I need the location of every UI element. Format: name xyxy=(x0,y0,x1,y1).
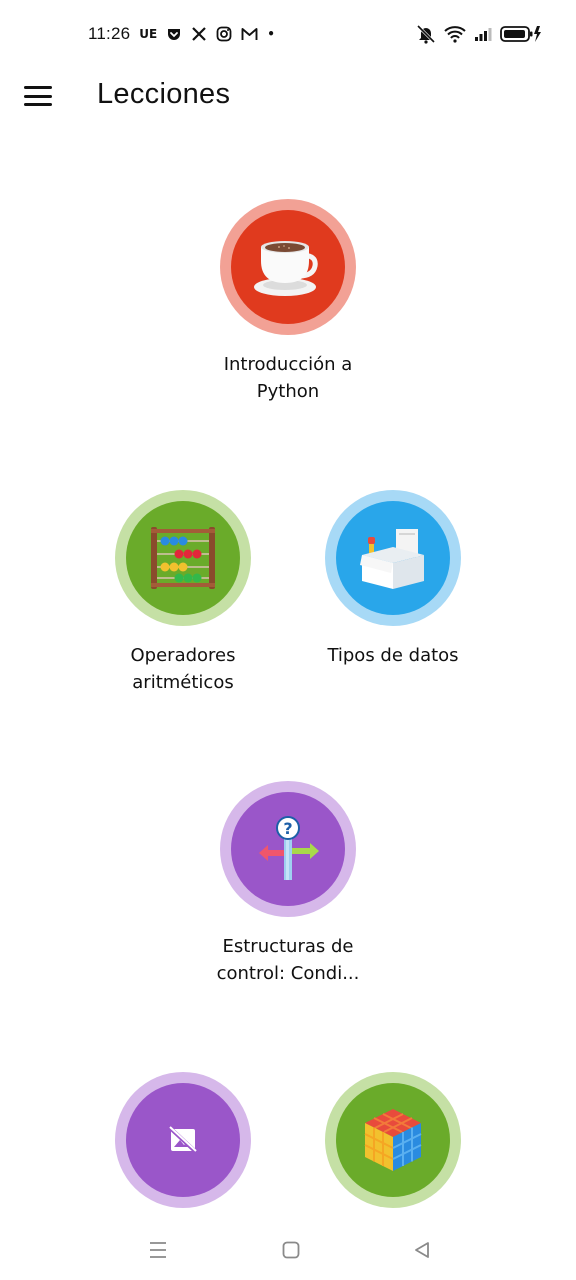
broken-image-icon xyxy=(168,1125,198,1155)
page-title: Lecciones xyxy=(97,78,231,110)
mute-icon xyxy=(416,24,436,48)
gmail-icon xyxy=(241,25,258,43)
lesson-tipos-de-datos[interactable]: Tipos de datos xyxy=(293,490,493,669)
lesson-disc: ? xyxy=(231,792,345,906)
lesson-introduccion-python[interactable]: Introducción a Python xyxy=(188,199,388,405)
box-icon xyxy=(360,529,424,589)
lesson-label: Operadores aritméticos xyxy=(130,645,236,693)
lesson-ring xyxy=(115,490,251,626)
status-right xyxy=(416,24,542,48)
lesson-label: Introducción a Python xyxy=(223,354,353,402)
lesson-disc xyxy=(231,210,345,324)
status-bar: 11:26 UE • xyxy=(0,0,576,72)
lesson-item-5[interactable] xyxy=(83,1072,283,1224)
recents-icon[interactable] xyxy=(144,1236,172,1264)
back-icon[interactable] xyxy=(408,1236,436,1264)
menu-line xyxy=(24,103,52,106)
abacus-icon xyxy=(151,527,215,589)
hamburger-menu-icon[interactable] xyxy=(22,82,54,110)
menu-line xyxy=(24,94,52,98)
status-time: 11:26 xyxy=(88,24,131,43)
lesson-ring xyxy=(325,1072,461,1208)
lesson-disc xyxy=(336,501,450,615)
notification-dot: • xyxy=(267,27,275,41)
lesson-ring: ? xyxy=(220,781,356,917)
coffee-cup-icon xyxy=(254,241,318,296)
lesson-label: Tipos de datos xyxy=(327,645,459,666)
menu-line xyxy=(24,86,52,89)
app-bar: Lecciones xyxy=(0,72,576,120)
lesson-ring xyxy=(115,1072,251,1208)
lesson-disc xyxy=(336,1083,450,1197)
signpost-icon: ? xyxy=(259,816,319,880)
instagram-icon xyxy=(216,25,232,43)
home-icon[interactable] xyxy=(277,1236,305,1264)
lesson-label: Estructuras de control: Condi... xyxy=(216,936,360,984)
lesson-ring xyxy=(325,490,461,626)
battery-icon xyxy=(500,25,542,47)
system-nav-bar xyxy=(0,1220,576,1280)
lesson-ring xyxy=(220,199,356,335)
wifi-icon xyxy=(444,25,466,47)
pocket-icon xyxy=(166,25,182,43)
svg-text:?: ? xyxy=(283,819,292,838)
lesson-disc xyxy=(126,501,240,615)
signal-icon xyxy=(474,26,492,46)
ue-icon: UE xyxy=(139,27,158,41)
lesson-estructuras-de-control[interactable]: ? Estructuras de control: Condi... xyxy=(188,781,388,987)
x-icon xyxy=(191,25,207,43)
lesson-item-6[interactable] xyxy=(293,1072,493,1224)
rubiks-cube-icon xyxy=(364,1109,422,1171)
lesson-operadores-aritmeticos[interactable]: Operadores aritméticos xyxy=(83,490,283,696)
status-left: 11:26 UE • xyxy=(88,24,275,44)
lesson-disc xyxy=(126,1083,240,1197)
